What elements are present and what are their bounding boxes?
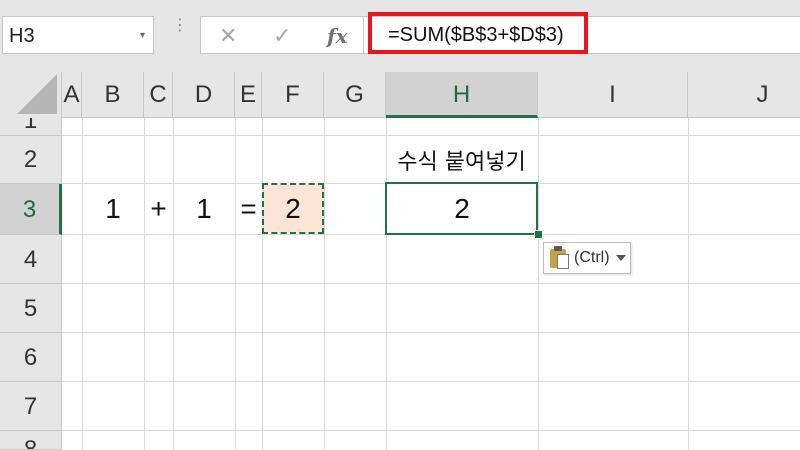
chevron-down-icon[interactable]: ▾	[140, 30, 145, 41]
grid-line	[82, 118, 83, 450]
column-header-i[interactable]: I	[538, 72, 688, 118]
drag-handle-icon[interactable]: ⋮	[172, 18, 188, 34]
row-header-3[interactable]: 3	[0, 184, 62, 235]
grid-line	[62, 332, 800, 333]
row-header-6[interactable]: 6	[0, 333, 62, 382]
chevron-down-icon[interactable]	[616, 255, 626, 261]
grid-line	[173, 118, 174, 450]
grid-line	[144, 118, 145, 450]
grid-line	[324, 118, 325, 450]
column-header-e[interactable]: E	[235, 72, 262, 118]
column-header-f[interactable]: F	[262, 72, 324, 118]
grid-line	[538, 118, 539, 450]
paper-icon	[557, 254, 569, 269]
paste-options-button[interactable]: (Ctrl)	[543, 242, 631, 274]
cancel-icon[interactable]: ✕	[219, 23, 237, 49]
row-header-2[interactable]: 2	[0, 136, 62, 184]
column-header-j[interactable]: J	[688, 72, 800, 118]
formula-buttons: ✕ ✓ fx	[200, 16, 364, 54]
grid-line	[62, 135, 800, 136]
cell-h2[interactable]: 수식 붙여넣기	[385, 144, 538, 176]
fill-handle[interactable]	[534, 230, 543, 239]
row-header-5[interactable]: 5	[0, 284, 62, 333]
clipboard-clip-icon	[554, 246, 562, 251]
column-header-b[interactable]: B	[82, 72, 144, 118]
column-header-h[interactable]: H	[386, 72, 538, 118]
grid-line	[62, 430, 800, 431]
select-all-triangle-icon	[17, 74, 57, 114]
grid-line	[62, 381, 800, 382]
cell-f3-value: 2	[285, 193, 301, 224]
formula-text[interactable]: =SUM($B$3+$D$3)	[388, 24, 564, 47]
column-header-bar: A B C D E F G H I J	[0, 72, 800, 118]
name-box-value: H3	[9, 25, 35, 47]
name-box[interactable]: H3 ▾	[2, 16, 154, 54]
cell-d3[interactable]: 1	[173, 193, 235, 225]
cell-h3-value: 2	[454, 193, 470, 224]
column-header-d[interactable]: D	[173, 72, 235, 118]
grid-line	[688, 118, 689, 450]
row-header-1[interactable]: 1	[0, 118, 62, 136]
column-header-g[interactable]: G	[324, 72, 386, 118]
column-header-a[interactable]: A	[62, 72, 82, 118]
row-header-7[interactable]: 7	[0, 382, 62, 431]
enter-icon[interactable]: ✓	[273, 23, 291, 49]
grid-line	[62, 283, 800, 284]
cell-b3[interactable]: 1	[82, 193, 144, 225]
row-header-4[interactable]: 4	[0, 235, 62, 284]
paste-options-label: (Ctrl)	[574, 249, 610, 266]
select-all-button[interactable]	[0, 72, 62, 118]
column-header-c[interactable]: C	[144, 72, 173, 118]
insert-function-icon[interactable]: fx	[327, 24, 348, 48]
grid-line	[262, 118, 263, 450]
cell-c3[interactable]: +	[144, 193, 173, 225]
row-header-8[interactable]: 8	[0, 431, 62, 450]
grid-line	[235, 118, 236, 450]
cell-e3[interactable]: =	[235, 193, 262, 225]
